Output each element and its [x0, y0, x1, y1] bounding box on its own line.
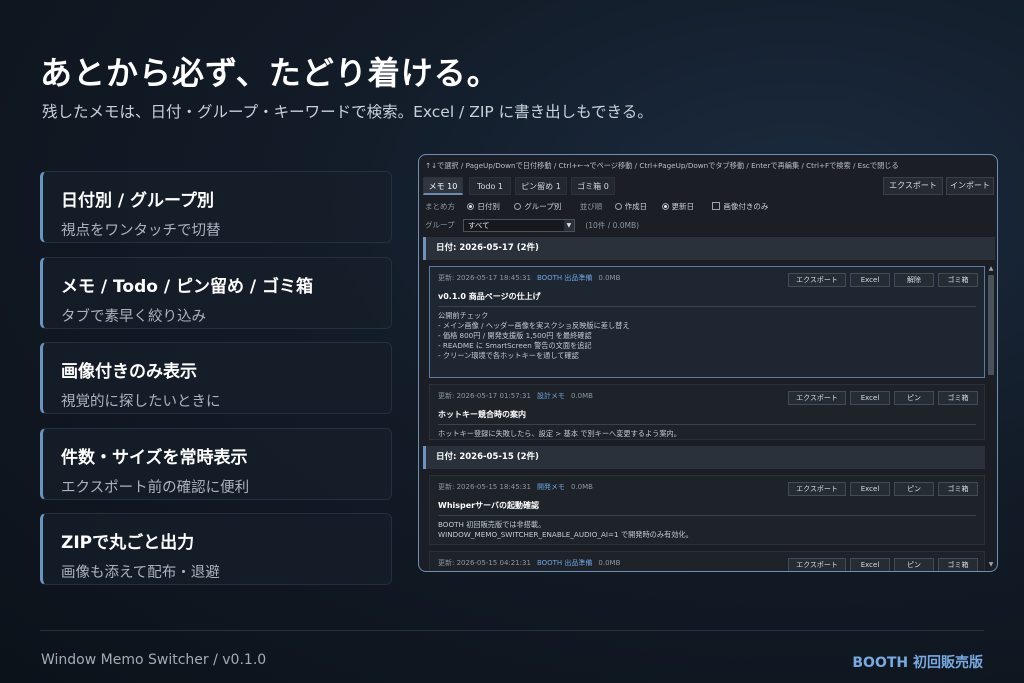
memo-list: 日付: 2026-05-17 (2件) 更新: 2026-05-17 18:45…	[423, 237, 995, 571]
memo-title: ホットキー競合時の案内	[438, 409, 976, 425]
feature-card: 件数・サイズを常時表示 エクスポート前の確認に便利	[40, 427, 392, 500]
feature-desc: 視覚的に探したいときに	[61, 394, 221, 410]
view-options: まとめ方 日付別 グループ別 並び順 作成日 更新日 画像付きのみ	[425, 201, 768, 213]
images-only-checkbox[interactable]: 画像付きのみ	[712, 202, 768, 211]
checkbox-icon	[712, 202, 721, 210]
memo-pin-button[interactable]: ピン	[894, 482, 934, 496]
footer-edition: BOOTH 初回販売版	[852, 655, 983, 671]
memo-actions: エクスポート Excel 解除 ゴミ箱	[784, 273, 978, 287]
memo-body: ホットキー登録に失敗したら、設定 > 基本 で別キーへ変更するよう案内。	[438, 429, 681, 438]
export-button[interactable]: エクスポート	[883, 177, 943, 195]
subline: 残したメモは、日付・グループ・キーワードで検索。Excel / ZIP に書き出…	[42, 103, 653, 121]
date-group-header: 日付: 2026-05-15 (2件)	[423, 446, 985, 469]
memo-card[interactable]: 更新: 2026-05-17 18:45:31 BOOTH 出品準備 0.0MB エ…	[429, 266, 985, 378]
memo-size: 0.0MB	[598, 559, 621, 567]
feature-title: ZIPで丸ごと出力	[61, 533, 195, 553]
feature-title: 件数・サイズを常時表示	[61, 447, 248, 468]
memo-card[interactable]: 更新: 2026-05-15 18:45:31 開発メモ 0.0MB エクスポート E…	[429, 475, 985, 545]
memo-group-link[interactable]: BOOTH 出品準備	[537, 559, 592, 567]
footer-product: Window Memo Switcher / v0.1.0	[41, 652, 267, 668]
memo-excel-button[interactable]: Excel	[850, 558, 890, 571]
memo-group-link[interactable]: 開発メモ	[537, 483, 565, 491]
memo-trash-button[interactable]: ゴミ箱	[938, 482, 978, 496]
tab-todo[interactable]: Todo 1	[469, 177, 511, 195]
memo-body: 公開前チェック - メイン画像 / ヘッダー画像を実スクショ反映版に差し替え -…	[438, 311, 630, 360]
feature-desc: タブで素早く絞り込み	[61, 308, 206, 325]
radio-by-date[interactable]: 日付別	[467, 202, 500, 211]
feature-desc: 視点をワンタッチで切替	[61, 223, 221, 239]
memo-card[interactable]: 更新: 2026-05-17 01:57:31 設計メモ 0.0MB エクスポート E…	[429, 384, 985, 440]
memo-actions: エクスポート Excel ピン ゴミ箱	[784, 391, 978, 405]
feature-desc: 画像も添えて配布・退避	[61, 565, 220, 581]
memo-export-button[interactable]: エクスポート	[788, 273, 846, 287]
group-by-label: まとめ方	[425, 202, 455, 211]
memo-updated: 更新: 2026-05-17 01:57:31	[438, 392, 531, 400]
memo-trash-button[interactable]: ゴミ箱	[938, 273, 978, 287]
memo-size: 0.0MB	[570, 392, 593, 400]
group-select-value: すべて	[467, 221, 490, 230]
memo-updated: 更新: 2026-05-15 18:45:31	[438, 483, 531, 491]
memo-actions: エクスポート Excel ピン ゴミ箱	[784, 558, 978, 571]
memo-updated: 更新: 2026-05-15 04:21:31	[438, 559, 531, 567]
date-group-header: 日付: 2026-05-17 (2件)	[423, 237, 995, 260]
list-scrollbar[interactable]: ▲ ▼	[987, 265, 995, 569]
memo-updated: 更新: 2026-05-17 18:45:31	[438, 274, 531, 282]
feature-list: 日付別 / グループ別 視点をワンタッチで切替 メモ / Todo / ピン留め…	[40, 171, 392, 599]
radio-icon	[614, 203, 622, 210]
memo-group-link[interactable]: BOOTH 出品準備	[537, 274, 592, 282]
radio-icon	[467, 203, 475, 210]
feature-desc: エクスポート前の確認に便利	[61, 479, 250, 496]
group-select[interactable]: すべて ▼	[462, 219, 575, 232]
memo-export-button[interactable]: エクスポート	[788, 391, 846, 405]
memo-export-button[interactable]: エクスポート	[788, 482, 846, 496]
tab-bar: メモ 10 Todo 1 ピン留め 1 ゴミ箱 0 エクスポート インポート	[423, 177, 994, 195]
tab-memo[interactable]: メモ 10	[423, 177, 463, 195]
memo-card[interactable]: 更新: 2026-05-15 04:21:31 BOOTH 出品準備 0.0MB エ…	[429, 551, 985, 571]
radio-icon	[514, 203, 522, 210]
feature-card: メモ / Todo / ピン留め / ゴミ箱 タブで素早く絞り込み	[40, 256, 392, 329]
memo-excel-button[interactable]: Excel	[850, 273, 890, 287]
radio-icon	[661, 203, 669, 210]
import-button[interactable]: インポート	[946, 177, 994, 195]
scroll-down-icon[interactable]: ▼	[987, 561, 995, 569]
keyboard-help: ↑↓で選択 / PageUp/Downで日付移動 / Ctrl+←→でページ移動…	[425, 161, 899, 170]
memo-size: 0.0MB	[570, 483, 593, 491]
radio-sort-created[interactable]: 作成日	[614, 202, 647, 211]
memo-actions: エクスポート Excel ピン ゴミ箱	[784, 482, 978, 496]
tab-trash[interactable]: ゴミ箱 0	[571, 177, 615, 195]
tab-pinned[interactable]: ピン留め 1	[515, 177, 567, 195]
memo-body: BOOTH 初回販売版では非搭載。 WINDOW_MEMO_SWITCHER_E…	[438, 520, 693, 539]
feature-card: 画像付きのみ表示 視覚的に探したいときに	[40, 342, 392, 414]
scroll-up-icon[interactable]: ▲	[987, 265, 995, 273]
memo-size: 0.0MB	[598, 274, 621, 282]
memo-unpin-button[interactable]: 解除	[894, 273, 934, 287]
headline: あとから必ず、たどり着ける。	[40, 54, 500, 92]
scroll-thumb[interactable]	[988, 275, 994, 375]
memo-pin-button[interactable]: ピン	[894, 558, 934, 571]
feature-title: 画像付きのみ表示	[61, 362, 197, 382]
memo-trash-button[interactable]: ゴミ箱	[938, 558, 978, 571]
feature-title: メモ / Todo / ピン留め / ゴミ箱	[61, 276, 314, 297]
memo-export-button[interactable]: エクスポート	[788, 558, 846, 571]
memo-pin-button[interactable]: ピン	[894, 391, 934, 405]
group-filter-label: グループ	[425, 220, 455, 230]
feature-card: 日付別 / グループ別 視点をワンタッチで切替	[40, 171, 392, 243]
memo-excel-button[interactable]: Excel	[850, 391, 890, 405]
memo-excel-button[interactable]: Excel	[850, 482, 890, 496]
memo-title: v0.1.0 商品ページの仕上げ	[438, 291, 976, 307]
memo-title: Whisperサーバの起動確認	[438, 500, 976, 516]
radio-sort-updated[interactable]: 更新日	[661, 202, 694, 211]
app-window: ↑↓で選択 / PageUp/Downで日付移動 / Ctrl+←→でページ移動…	[418, 154, 998, 572]
memo-trash-button[interactable]: ゴミ箱	[938, 391, 978, 405]
footer-divider	[40, 630, 984, 631]
sort-label: 並び順	[579, 202, 603, 211]
radio-by-group[interactable]: グループ別	[514, 202, 561, 211]
chevron-down-icon: ▼	[563, 220, 574, 231]
memo-group-link[interactable]: 設計メモ	[537, 392, 565, 400]
feature-title: 日付別 / グループ別	[61, 191, 215, 211]
group-filter-row: グループ すべて ▼ (10件 / 0.0MB)	[425, 219, 639, 233]
feature-card: ZIPで丸ごと出力 画像も添えて配布・退避	[40, 513, 392, 585]
memo-count: (10件 / 0.0MB)	[585, 220, 640, 230]
